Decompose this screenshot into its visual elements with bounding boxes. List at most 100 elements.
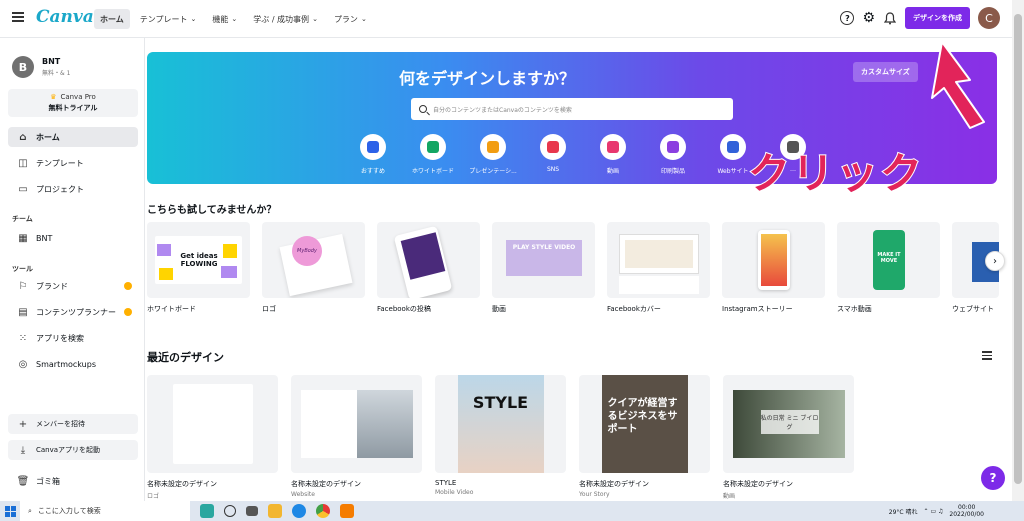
recent-design-title: 名称未設定のデザイン: [147, 480, 217, 488]
mobile-video-thumb-text: MAKE IT MOVE: [877, 252, 901, 264]
sidebar-item-trash[interactable]: 🗑 ゴミ箱: [8, 471, 138, 491]
facebook-cover-thumbnail: [607, 222, 710, 298]
main-menu: ホーム テンプレート ⌄ 機能 ⌄ 学ぶ / 成功事例 ⌄ プラン ⌄: [94, 9, 373, 29]
notification-bell-icon[interactable]: [883, 11, 897, 25]
nav-menu-item[interactable]: ホーム: [94, 9, 130, 29]
category-shortcut[interactable]: おすすめ: [343, 134, 403, 175]
category-shortcut[interactable]: SNS: [523, 134, 583, 175]
category-icon: [720, 134, 746, 160]
chrome-browser-icon[interactable]: [316, 504, 330, 518]
sidebar-item-content-planner[interactable]: ▤ コンテンツプランナー: [8, 302, 138, 322]
widgets-icon[interactable]: [246, 506, 258, 516]
chevron-down-icon: ⌄: [190, 15, 197, 23]
recent-design-type: Website: [291, 491, 315, 498]
recent-design-title: 名称未設定のデザイン: [579, 480, 649, 488]
try-carousel: Get ideas FLOWING ホワイトボード MyBody ロゴ Face…: [147, 222, 999, 314]
chevron-down-icon: ⌄: [360, 15, 367, 23]
recent-design-card[interactable]: 名称未設定のデザイン ロゴ: [147, 375, 278, 500]
trial-line1: Canva Pro: [60, 93, 96, 101]
canva-logo[interactable]: Canva: [36, 7, 94, 27]
user-name: BNT: [42, 57, 61, 66]
apps-grid-icon: ⁙: [18, 332, 28, 344]
settings-gear-icon[interactable]: ⚙: [862, 11, 875, 25]
list-view-icon[interactable]: [982, 351, 992, 360]
category-label: SNS: [546, 166, 560, 173]
recent-design-thumbnail: クイアが経営するビジネスをサポート: [579, 375, 710, 473]
sidebar-item-team[interactable]: ▦ BNT: [8, 228, 138, 248]
try-card-label: ロゴ: [262, 305, 276, 313]
nav-menu-item[interactable]: テンプレート ⌄: [134, 9, 203, 29]
sidebar-item-smartmockups[interactable]: ◎ Smartmockups: [8, 354, 138, 374]
user-profile[interactable]: B BNT 無料・& 1: [12, 56, 70, 78]
help-icon[interactable]: ?: [840, 11, 855, 25]
windows-taskbar: ⌕ ここに入力して検索 29°C 晴れ ⌃ ▭ ♫ 00:00 2022/00/…: [0, 501, 1024, 521]
building-icon: ▦: [18, 232, 28, 244]
try-card-logo[interactable]: MyBody ロゴ: [262, 222, 365, 314]
category-icon: [480, 134, 506, 160]
weather-status[interactable]: 29°C 晴れ: [889, 507, 918, 516]
edge-browser-icon[interactable]: [292, 504, 306, 518]
taskbar-apps: [200, 504, 354, 518]
file-explorer-icon[interactable]: [268, 504, 282, 518]
recent-design-card[interactable]: 名称未設定のデザイン Website: [291, 375, 422, 500]
media-player-icon[interactable]: [340, 504, 354, 518]
nav-menu-label: プラン: [333, 14, 358, 24]
clock[interactable]: 00:00 2022/00/00: [949, 504, 984, 518]
sidebar-item-home[interactable]: ⌂ ホーム: [8, 127, 138, 147]
top-navigation: Canva ホーム テンプレート ⌄ 機能 ⌄ 学ぶ / 成功事例 ⌄ プラン ⌄ ? ⚙ デザ…: [0, 0, 1012, 38]
page-scrollbar[interactable]: [1012, 0, 1024, 501]
try-card-facebook-post[interactable]: Facebookの投稿: [377, 222, 480, 314]
help-chat-button[interactable]: ?: [981, 466, 1005, 490]
category-shortcut[interactable]: 印刷製品: [643, 134, 703, 175]
logo-thumb-text: MyBody: [292, 236, 322, 266]
sidebar-item-apps[interactable]: ⁙ アプリを検索: [8, 328, 138, 348]
menu-icon[interactable]: [12, 12, 24, 24]
taskbar-search-input[interactable]: ⌕ ここに入力して検索: [20, 501, 190, 521]
category-shortcut[interactable]: プレゼンテーシ...: [463, 134, 523, 175]
launch-app-button[interactable]: ⤓ Canvaアプリを起動: [8, 440, 138, 460]
sidebar-item-brand[interactable]: ⚐ ブランド: [8, 276, 138, 296]
mobile-video-thumbnail: MAKE IT MOVE: [837, 222, 940, 298]
taskbar-app-icon[interactable]: [200, 504, 214, 518]
category-label: プレゼンテーシ...: [469, 168, 517, 175]
sidebar-item-label: プロジェクト: [36, 184, 84, 194]
sidebar-item-label: ゴミ箱: [36, 476, 60, 486]
recent-design-thumbnail: [291, 375, 422, 473]
carousel-next-arrow-icon[interactable]: ›: [985, 251, 1005, 271]
try-card-mobile-video[interactable]: MAKE IT MOVE スマホ動画: [837, 222, 940, 314]
logo-thumbnail: MyBody: [262, 222, 365, 298]
nav-menu-item[interactable]: 機能 ⌄: [206, 9, 243, 29]
pro-trial-button[interactable]: ♛ Canva Pro 無料トライアル: [8, 89, 138, 117]
nav-menu-item[interactable]: 学ぶ / 成功事例 ⌄: [247, 9, 324, 29]
sidebar-item-projects[interactable]: ▭ プロジェクト: [8, 179, 138, 199]
nav-menu-item[interactable]: プラン ⌄: [328, 9, 373, 29]
design-search-input[interactable]: 自分のコンテンツまたはCanvaのコンテンツを検索: [411, 98, 733, 120]
scrollbar-thumb[interactable]: [1014, 14, 1022, 484]
category-shortcut[interactable]: ホワイトボード: [403, 134, 463, 175]
style-thumb-text: STYLE: [472, 393, 529, 412]
recent-design-card[interactable]: クイアが経営するビジネスをサポート 名称未設定のデザイン Your Story: [579, 375, 710, 500]
calendar-icon: ▤: [18, 306, 28, 318]
recent-design-card[interactable]: 私の日常 ミニ ブイログ 名称未設定のデザイン 動画: [723, 375, 854, 500]
banner-title: 何をデザインしますか？: [398, 69, 575, 88]
try-card-instagram-story[interactable]: Instagramストーリー: [722, 222, 825, 314]
instagram-story-thumbnail: [722, 222, 825, 298]
trial-line2: 無料トライアル: [48, 104, 98, 112]
account-avatar[interactable]: C: [978, 7, 1000, 29]
try-card-facebook-cover[interactable]: Facebookカバー: [607, 222, 710, 314]
recent-design-card[interactable]: STYLE STYLE Mobile Video: [435, 375, 566, 500]
home-icon: ⌂: [19, 131, 27, 143]
nav-menu-label: テンプレート: [139, 14, 188, 24]
invite-members-button[interactable]: + メンバーを招待: [8, 414, 138, 434]
custom-size-button[interactable]: カスタムサイズ: [853, 62, 918, 82]
category-shortcut[interactable]: 動画: [583, 134, 643, 175]
try-card-whiteboard[interactable]: Get ideas FLOWING ホワイトボード: [147, 222, 250, 314]
create-design-button[interactable]: デザインを作成: [905, 7, 970, 29]
try-card-video[interactable]: PLAY STYLE VIDEO 動画: [492, 222, 595, 314]
tray-icons[interactable]: ⌃ ▭ ♫: [924, 508, 944, 515]
sidebar-item-templates[interactable]: ◫ テンプレート: [8, 153, 138, 173]
windows-start-icon[interactable]: [0, 501, 20, 521]
brand-icon: ⚐: [18, 280, 28, 292]
category-label: 動画: [606, 168, 619, 175]
task-view-icon[interactable]: [224, 505, 236, 517]
